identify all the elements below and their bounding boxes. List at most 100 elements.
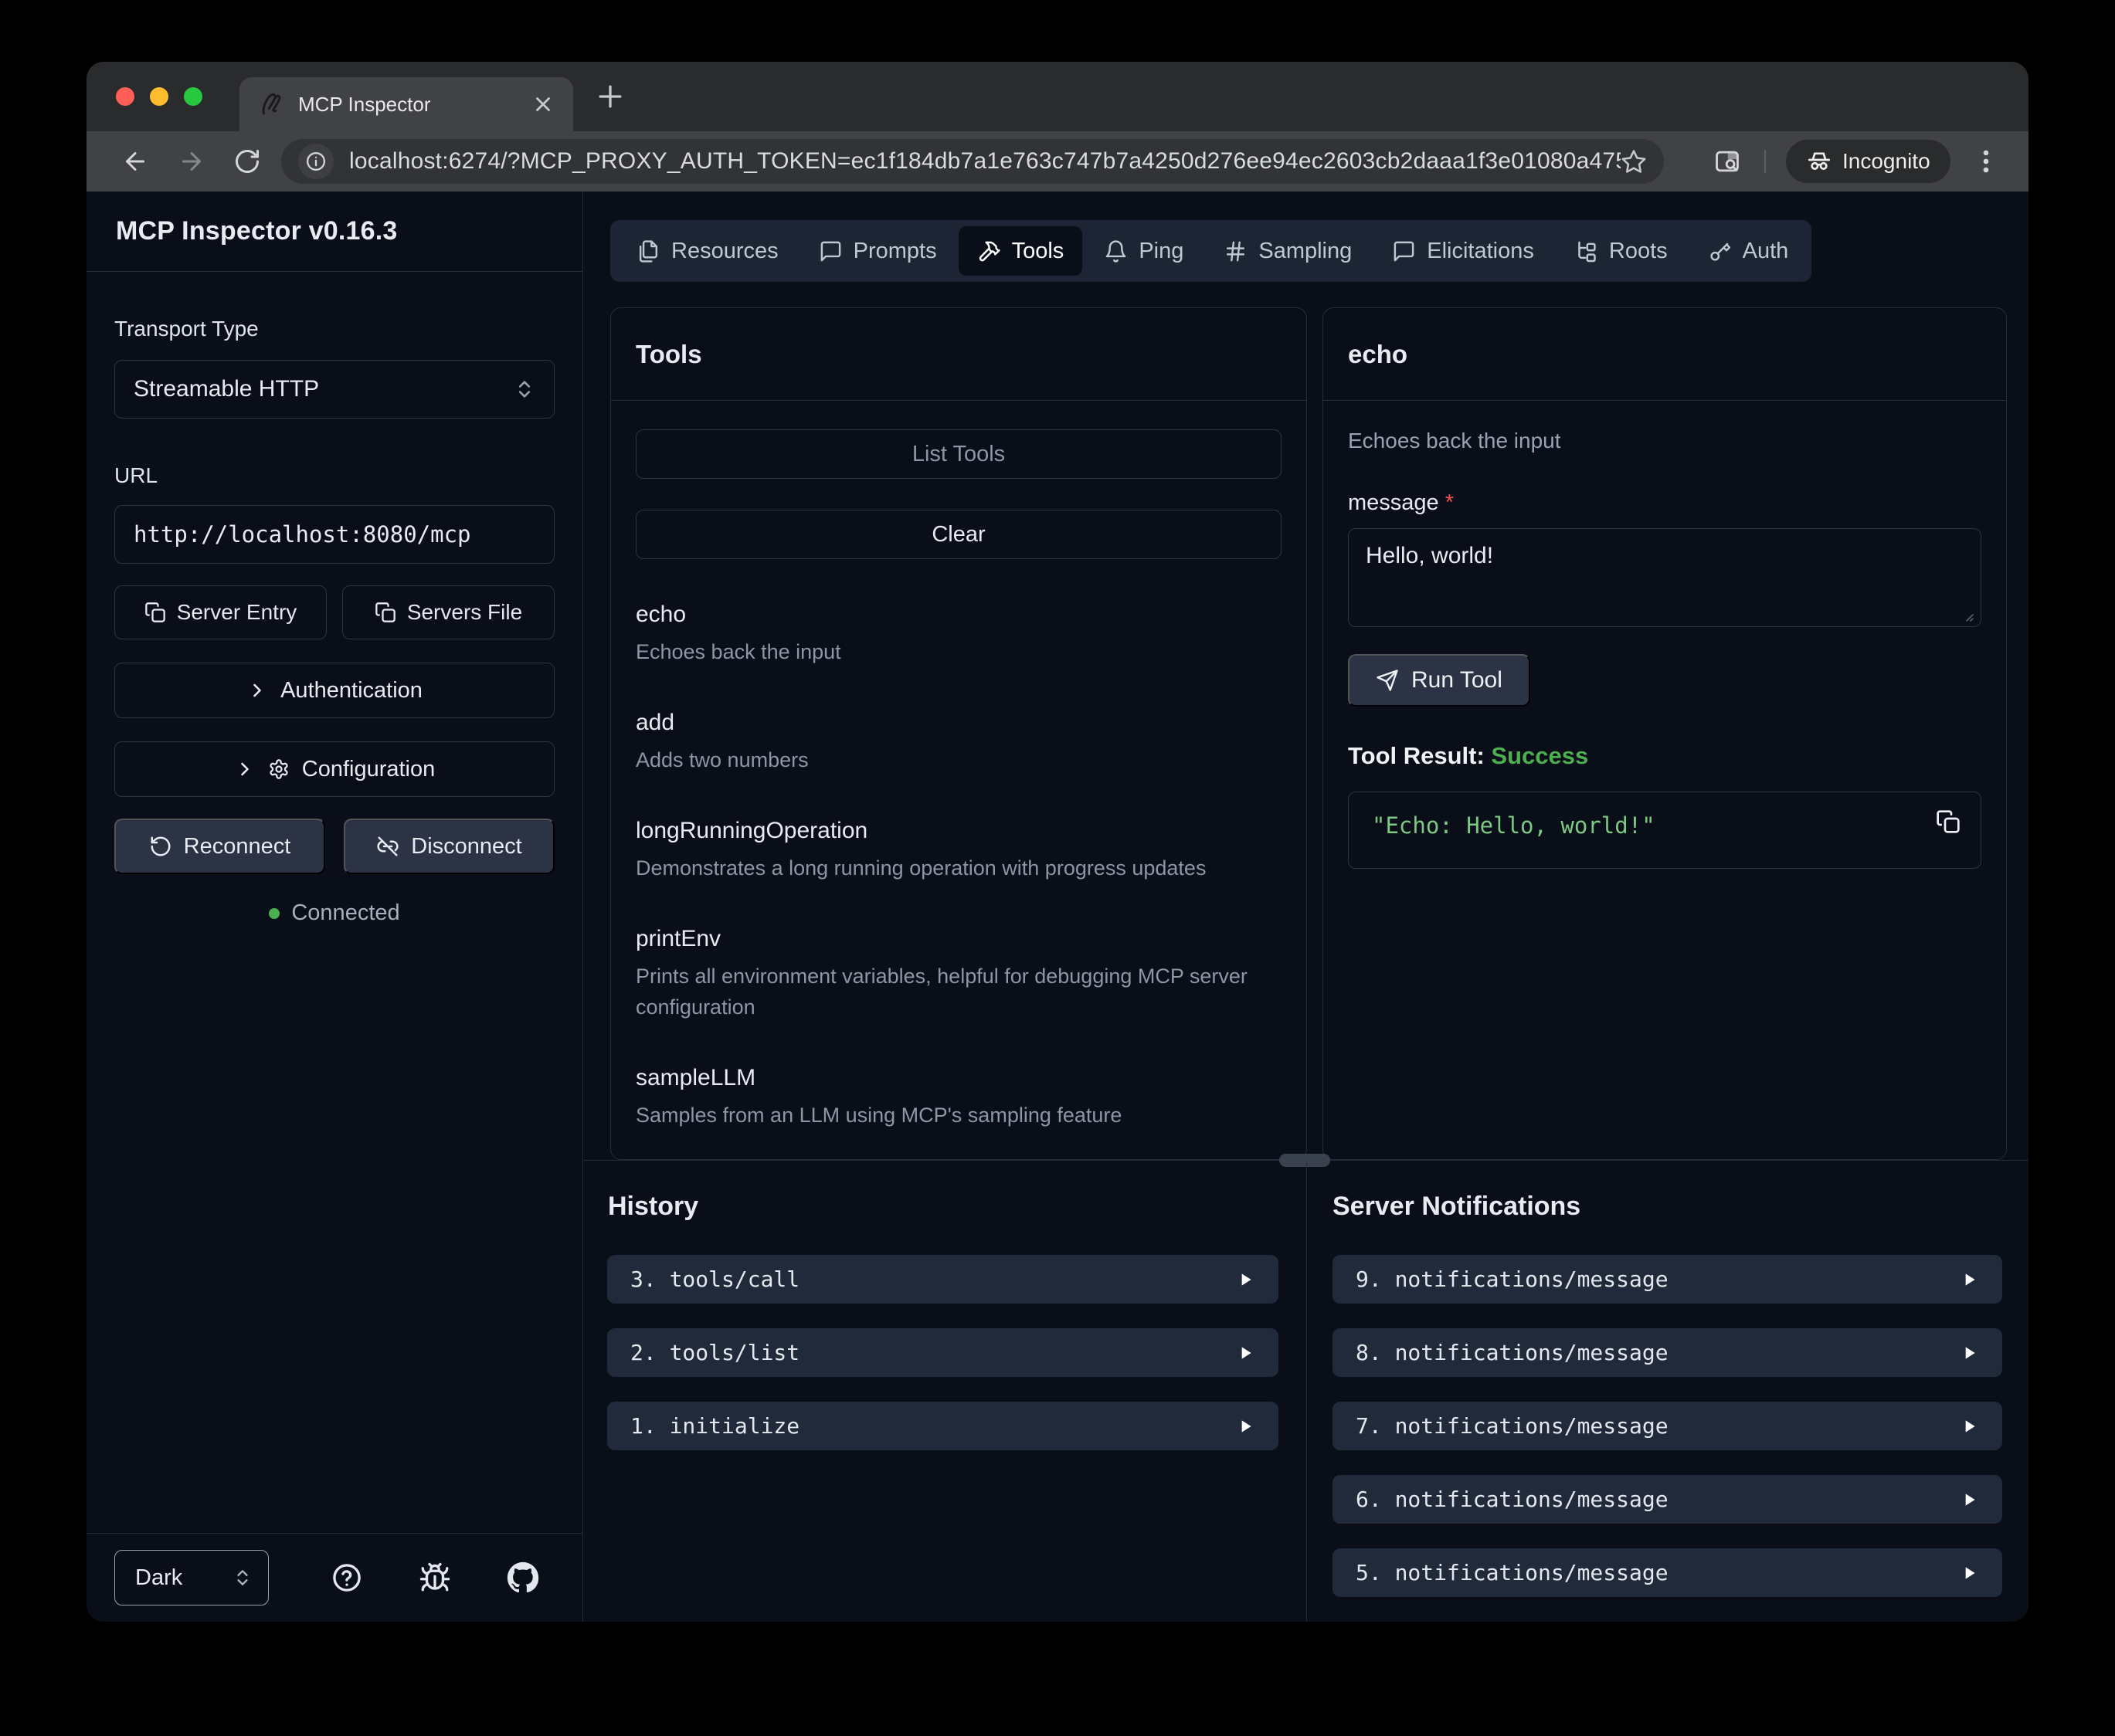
- tool-result-label: Tool Result:: [1348, 742, 1485, 769]
- notification-row-label: 9. notifications/message: [1356, 1266, 1669, 1292]
- github-icon[interactable]: [507, 1561, 539, 1594]
- tool-description: Prints all environment variables, helpfu…: [636, 961, 1282, 1022]
- reconnect-button[interactable]: Reconnect: [114, 819, 325, 874]
- notification-row-label: 7. notifications/message: [1356, 1413, 1669, 1439]
- chevrons-up-down-icon: [514, 378, 535, 400]
- server-entry-label: Server Entry: [177, 600, 297, 625]
- transport-type-value: Streamable HTTP: [134, 376, 319, 402]
- sidebar-footer: Dark: [87, 1533, 582, 1622]
- tab-elicitations[interactable]: Elicitations: [1373, 226, 1553, 276]
- servers-file-label: Servers File: [407, 600, 522, 625]
- disconnect-button[interactable]: Disconnect: [344, 819, 555, 874]
- hammer-icon: [977, 239, 1001, 263]
- notification-row[interactable]: 8. notifications/message: [1332, 1328, 2002, 1377]
- sidebar: MCP Inspector v0.16.3 Transport Type Str…: [87, 192, 583, 1622]
- tab-resources[interactable]: Resources: [618, 226, 797, 276]
- help-icon[interactable]: [331, 1561, 363, 1594]
- tab-tools[interactable]: Tools: [959, 226, 1083, 276]
- transport-type-select[interactable]: Streamable HTTP: [114, 360, 555, 419]
- tab-label: Resources: [671, 239, 779, 264]
- close-window-button[interactable]: [116, 87, 134, 106]
- history-row[interactable]: 1. initialize: [607, 1402, 1278, 1450]
- back-button[interactable]: [121, 147, 149, 175]
- server-entry-button[interactable]: Server Entry: [114, 585, 327, 639]
- notification-row[interactable]: 6. notifications/message: [1332, 1475, 2002, 1524]
- new-tab-button[interactable]: [593, 80, 627, 114]
- notification-row[interactable]: 5. notifications/message: [1332, 1548, 2002, 1597]
- app-title: MCP Inspector v0.16.3: [87, 192, 582, 272]
- run-tool-label: Run Tool: [1411, 667, 1502, 693]
- notification-row-label: 5. notifications/message: [1356, 1560, 1669, 1585]
- mcp-inspector-app: MCP Inspector v0.16.3 Transport Type Str…: [87, 192, 2028, 1622]
- list-tools-button[interactable]: List Tools: [636, 429, 1282, 479]
- servers-file-button[interactable]: Servers File: [342, 585, 555, 639]
- tool-name: sampleLLM: [636, 1061, 1282, 1095]
- forward-button[interactable]: [178, 147, 205, 175]
- clear-button[interactable]: Clear: [636, 510, 1282, 559]
- rotate-ccw-icon: [149, 835, 172, 858]
- copy-result-icon[interactable]: [1936, 809, 1961, 834]
- theme-select[interactable]: Dark: [114, 1550, 269, 1605]
- tab-close-icon[interactable]: [531, 93, 555, 116]
- run-tool-button[interactable]: Run Tool: [1348, 654, 1530, 707]
- tool-list-item[interactable]: sampleLLM Samples from an LLM using MCP'…: [636, 1061, 1282, 1131]
- tool-list-item[interactable]: echo Echoes back the input: [636, 598, 1282, 667]
- message-input[interactable]: Hello, world!: [1348, 528, 1981, 627]
- tab-prompts[interactable]: Prompts: [800, 226, 956, 276]
- expand-play-icon: [1959, 1343, 1979, 1363]
- tab-label: Sampling: [1258, 239, 1352, 264]
- tab-ping[interactable]: Ping: [1085, 226, 1202, 276]
- tool-description: Adds two numbers: [636, 744, 1282, 775]
- reload-button[interactable]: [233, 147, 261, 175]
- browser-menu-icon[interactable]: [1971, 147, 2001, 176]
- server-url-input[interactable]: http://localhost:8080/mcp: [114, 505, 555, 564]
- toolbar-divider: [1764, 150, 1766, 173]
- url-text[interactable]: localhost:6274/?MCP_PROXY_AUTH_TOKEN=ec1…: [349, 148, 1621, 175]
- fullscreen-window-button[interactable]: [184, 87, 202, 106]
- unlink-icon: [376, 835, 399, 858]
- tab-roots[interactable]: Roots: [1556, 226, 1686, 276]
- tool-list-item[interactable]: add Adds two numbers: [636, 706, 1282, 775]
- configuration-expander[interactable]: Configuration: [114, 741, 555, 797]
- incognito-icon: [1806, 148, 1832, 175]
- expand-play-icon: [1959, 1563, 1979, 1583]
- authentication-expander[interactable]: Authentication: [114, 663, 555, 718]
- tool-result-status: Success: [1491, 742, 1588, 769]
- resize-grip-icon[interactable]: [1960, 608, 1975, 623]
- tab-search-icon[interactable]: [1713, 147, 1742, 176]
- minimize-window-button[interactable]: [150, 87, 168, 106]
- history-row[interactable]: 2. tools/list: [607, 1328, 1278, 1377]
- notification-row[interactable]: 7. notifications/message: [1332, 1402, 2002, 1450]
- bug-icon[interactable]: [419, 1561, 451, 1594]
- tab-label: Tools: [1012, 239, 1064, 264]
- tool-list-item[interactable]: longRunningOperation Demonstrates a long…: [636, 814, 1282, 883]
- browser-tab[interactable]: MCP Inspector: [239, 77, 573, 131]
- url-bar[interactable]: localhost:6274/?MCP_PROXY_AUTH_TOKEN=ec1…: [281, 139, 1664, 184]
- tool-name: longRunningOperation: [636, 814, 1282, 848]
- tab-auth[interactable]: Auth: [1689, 226, 1808, 276]
- notification-row[interactable]: 9. notifications/message: [1332, 1255, 2002, 1304]
- tab-label: Ping: [1139, 239, 1183, 264]
- tools-panel: Tools List Tools Clear echo Echoes back …: [610, 307, 1307, 1160]
- tab-label: Roots: [1609, 239, 1668, 264]
- tool-detail-description: Echoes back the input: [1348, 429, 1981, 453]
- tab-label: Prompts: [854, 239, 937, 264]
- tab-sampling[interactable]: Sampling: [1205, 226, 1370, 276]
- history-row[interactable]: 3. tools/call: [607, 1255, 1278, 1304]
- tool-result-box: "Echo: Hello, world!": [1348, 792, 1981, 869]
- key-icon: [1708, 239, 1732, 263]
- history-row-label: 1. initialize: [630, 1413, 799, 1439]
- connected-dot: [269, 908, 280, 919]
- chevron-right-icon: [246, 680, 268, 701]
- tool-detail-panel: echo Echoes back the input message * Hel…: [1322, 307, 2007, 1160]
- feature-tabs: Resources Prompts Tools Ping Sampling: [610, 220, 1811, 282]
- notification-row-label: 8. notifications/message: [1356, 1340, 1669, 1365]
- expand-play-icon: [1235, 1416, 1255, 1436]
- tool-list-item[interactable]: printEnv Prints all environment variable…: [636, 922, 1282, 1022]
- site-info-icon[interactable]: [298, 144, 334, 179]
- copy-icon: [144, 602, 166, 623]
- tool-description: Echoes back the input: [636, 636, 1282, 667]
- bookmark-star-icon[interactable]: [1621, 148, 1647, 175]
- tab-label: Auth: [1743, 239, 1789, 264]
- expand-play-icon: [1959, 1490, 1979, 1510]
